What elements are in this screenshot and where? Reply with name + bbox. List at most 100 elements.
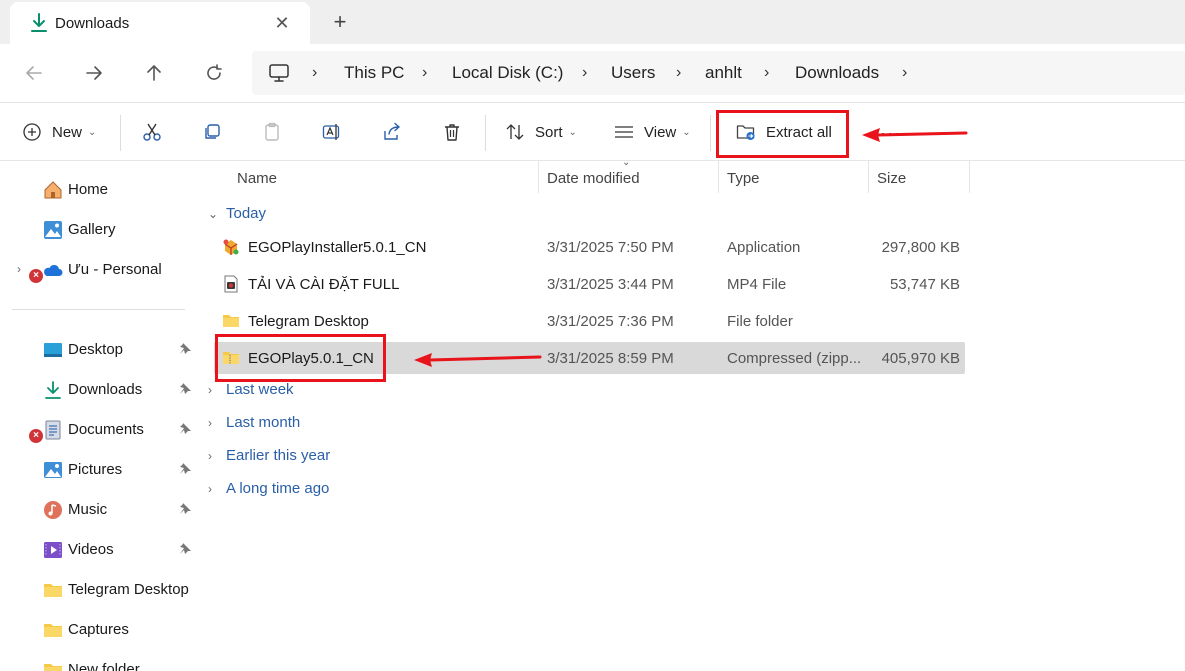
breadcrumb-downloads[interactable]: Downloads xyxy=(795,63,879,83)
sidebar-item-onedrive[interactable]: › × Ưu - Personal xyxy=(0,253,198,287)
sidebar-item-label: Downloads xyxy=(68,381,143,398)
rename-button[interactable] xyxy=(322,103,342,161)
sort-icon xyxy=(506,124,524,140)
sidebar-item-label: Gallery xyxy=(68,221,116,238)
arrow-left-icon xyxy=(26,66,42,80)
new-tab-button[interactable]: + xyxy=(328,10,352,34)
annotation-arrow-icon xyxy=(862,128,968,142)
pin-icon[interactable] xyxy=(178,462,192,476)
tab-strip: Downloads ✕ + xyxy=(0,0,1185,44)
view-label: View xyxy=(644,123,677,141)
sync-error-icon: × xyxy=(29,429,43,443)
folder-icon xyxy=(44,664,62,671)
breadcrumb-chevron[interactable]: › xyxy=(902,64,907,82)
group-header-earlier-this-year[interactable]: › Earlier this year xyxy=(208,445,508,469)
breadcrumb-chevron[interactable]: › xyxy=(582,64,587,82)
sidebar-item-label: Music xyxy=(68,501,108,518)
sidebar-item-music[interactable]: Music xyxy=(0,493,198,527)
column-date-label: Date modified xyxy=(547,170,640,187)
rename-icon xyxy=(322,124,340,140)
group-header-last-month[interactable]: › Last month xyxy=(208,412,508,436)
column-header-type[interactable]: Type xyxy=(719,161,869,193)
sidebar-item-downloads[interactable]: Downloads xyxy=(0,373,198,407)
toolbar-divider xyxy=(120,115,121,151)
clipboard-icon xyxy=(265,122,279,141)
breadcrumb-anhlt[interactable]: anhlt xyxy=(705,63,742,83)
up-button[interactable] xyxy=(140,59,168,87)
breadcrumb-chevron[interactable]: › xyxy=(676,64,681,82)
documents-icon xyxy=(45,420,61,440)
back-button[interactable] xyxy=(20,59,48,87)
close-tab-icon[interactable]: ✕ xyxy=(272,13,292,33)
breadcrumb-chevron[interactable]: › xyxy=(312,64,317,82)
sidebar-item-pictures[interactable]: Pictures xyxy=(0,453,198,487)
onedrive-cloud-icon xyxy=(44,264,63,276)
expand-chevron-icon[interactable]: › xyxy=(17,262,21,276)
pin-icon[interactable] xyxy=(178,342,192,356)
refresh-button[interactable] xyxy=(200,59,228,87)
scissors-icon xyxy=(143,123,161,141)
file-size: 53,747 KB xyxy=(889,276,960,293)
new-button[interactable]: New ⌄ xyxy=(22,103,96,161)
download-icon xyxy=(31,13,47,32)
breadcrumb-this-pc[interactable]: This PC xyxy=(344,63,404,83)
music-icon xyxy=(44,501,62,519)
pin-icon[interactable] xyxy=(178,382,192,396)
navigation-bar: › This PC › Local Disk (C:) › Users › an… xyxy=(0,44,1185,102)
sidebar-item-telegram-desktop[interactable]: Telegram Desktop xyxy=(0,573,198,607)
desktop-icon xyxy=(44,343,62,357)
breadcrumb-users[interactable]: Users xyxy=(611,63,655,83)
sidebar-item-videos[interactable]: Videos xyxy=(0,533,198,567)
file-name: TẢI VÀ CÀI ĐẶT FULL xyxy=(248,276,400,293)
group-header-last-week[interactable]: › Last week xyxy=(208,379,508,403)
group-label: Earlier this year xyxy=(226,447,331,464)
sidebar-item-label: Telegram Desktop xyxy=(68,581,189,598)
share-button[interactable] xyxy=(382,103,402,161)
gallery-icon xyxy=(44,221,62,239)
sidebar-item-label: Home xyxy=(68,181,109,198)
installer-icon xyxy=(223,239,239,255)
file-type: MP4 File xyxy=(727,276,787,293)
copy-icon xyxy=(205,124,220,139)
column-header-name[interactable]: Name xyxy=(229,161,539,193)
sidebar-item-documents[interactable]: × Documents xyxy=(0,413,198,447)
toolbar-divider xyxy=(710,115,711,151)
breadcrumb-local-disk[interactable]: Local Disk (C:) xyxy=(452,63,563,83)
annotation-arrow-icon xyxy=(414,353,542,367)
sidebar-item-captures[interactable]: Captures xyxy=(0,613,198,647)
view-button[interactable]: View ⌄ xyxy=(614,103,691,161)
tab-downloads[interactable]: Downloads ✕ xyxy=(10,2,310,44)
column-divider[interactable] xyxy=(969,161,970,193)
sidebar-item-home[interactable]: Home xyxy=(0,173,198,207)
sidebar-item-gallery[interactable]: Gallery xyxy=(0,213,198,247)
pin-icon[interactable] xyxy=(178,422,192,436)
file-row[interactable]: EGOPlayInstaller5.0.1_CN 3/31/2025 7:50 … xyxy=(214,231,965,263)
sort-button[interactable]: Sort ⌄ xyxy=(505,103,577,161)
copy-button[interactable] xyxy=(202,103,222,161)
pin-icon[interactable] xyxy=(178,542,192,556)
cut-button[interactable] xyxy=(142,103,162,161)
column-header-size[interactable]: Size xyxy=(869,161,970,193)
command-bar: New ⌄ Sort ⌄ View ⌄ Extract all ··· xyxy=(0,102,1185,161)
file-list: Name ⌄ Date modified Type Size ⌄ Today E… xyxy=(198,157,1185,671)
group-header-today[interactable]: ⌄ Today xyxy=(208,203,508,227)
file-row[interactable]: Telegram Desktop 3/31/2025 7:36 PM File … xyxy=(214,305,965,337)
forward-button[interactable] xyxy=(80,59,108,87)
group-header-a-long-time-ago[interactable]: › A long time ago xyxy=(208,478,508,502)
file-size: 297,800 KB xyxy=(881,239,960,256)
sidebar-item-label: Ưu - Personal xyxy=(68,261,162,278)
chevron-down-icon: ⌄ xyxy=(682,126,691,138)
pin-icon[interactable] xyxy=(178,502,192,516)
sidebar-item-label: Documents xyxy=(68,421,144,438)
chevron-down-icon: ⌄ xyxy=(568,126,577,138)
sidebar-item-desktop[interactable]: Desktop xyxy=(0,333,198,367)
address-bar[interactable]: › This PC › Local Disk (C:) › Users › an… xyxy=(252,51,1185,95)
delete-button[interactable] xyxy=(442,103,462,161)
breadcrumb-chevron[interactable]: › xyxy=(764,64,769,82)
column-header-date-modified[interactable]: Date modified xyxy=(539,161,719,193)
breadcrumb-chevron[interactable]: › xyxy=(422,64,427,82)
home-icon xyxy=(44,181,62,199)
file-row[interactable]: TẢI VÀ CÀI ĐẶT FULL 3/31/2025 3:44 PM MP… xyxy=(214,268,965,300)
sidebar-item-new-folder[interactable]: New folder xyxy=(0,653,198,671)
paste-button[interactable] xyxy=(262,103,282,161)
